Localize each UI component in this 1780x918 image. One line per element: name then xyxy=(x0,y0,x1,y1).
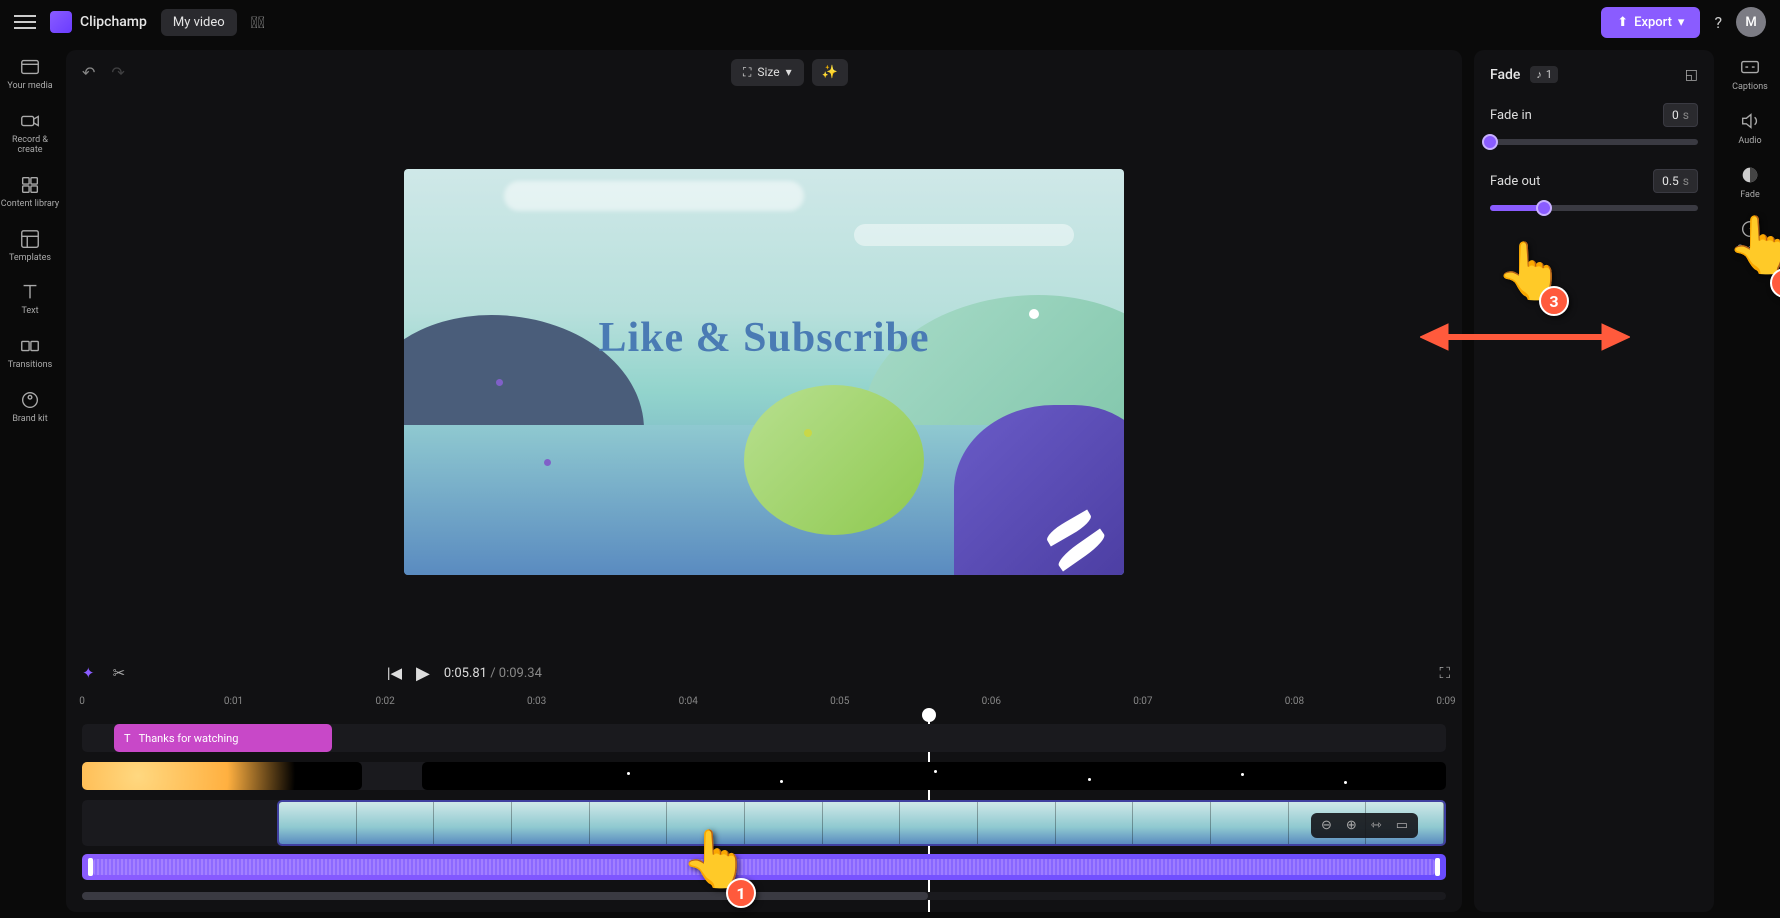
ruler-mark: 0:03 xyxy=(527,696,546,707)
ruler-mark: 0:02 xyxy=(375,696,394,707)
music-icon: ♪ xyxy=(1536,68,1542,81)
audio-clip[interactable] xyxy=(82,854,1446,880)
ruler-mark: 0 xyxy=(79,696,85,707)
rightbar-speed[interactable]: Speed xyxy=(1737,218,1762,254)
export-label: Export xyxy=(1634,15,1672,30)
undock-button[interactable]: ◱ xyxy=(1685,67,1698,83)
upload-icon: ⬆ xyxy=(1617,15,1628,30)
prev-frame-button[interactable]: |◀ xyxy=(387,664,402,682)
help-button[interactable]: ? xyxy=(1714,13,1722,32)
ai-button[interactable]: ✨ xyxy=(812,59,848,86)
text-clip-label: Thanks for watching xyxy=(139,732,239,745)
preview-canvas[interactable]: Like & Subscribe xyxy=(404,169,1124,575)
text-track[interactable]: T Thanks for watching xyxy=(82,724,1446,752)
project-name[interactable]: My video xyxy=(161,9,237,36)
fade-out-value: 0.5 xyxy=(1662,174,1679,188)
zoom-out-button[interactable]: ⊖ xyxy=(1321,818,1332,833)
ruler-mark: 0:08 xyxy=(1285,696,1304,707)
text-icon: T xyxy=(124,732,131,745)
duration: 0:09.34 xyxy=(499,666,542,681)
sidebar-content-library[interactable]: Content library xyxy=(1,174,59,210)
fade-out-slider[interactable] xyxy=(1490,205,1698,211)
sidebar-transitions[interactable]: Transitions xyxy=(8,335,53,371)
fx-track[interactable] xyxy=(82,762,1446,790)
zoom-in-button[interactable]: ⊕ xyxy=(1346,818,1357,833)
fullscreen-button[interactable]: ⛶ xyxy=(1439,664,1450,682)
clipchamp-icon xyxy=(50,11,72,33)
ruler-mark: 0:05 xyxy=(830,696,849,707)
fade-out-unit: s xyxy=(1683,174,1689,188)
ruler-mark: 0:06 xyxy=(982,696,1001,707)
audio-handle-right[interactable] xyxy=(1435,858,1440,876)
rightbar-captions[interactable]: Captions xyxy=(1732,56,1768,92)
sidebar-brand-kit[interactable]: Brand kit xyxy=(12,389,47,425)
fade-out-value-input[interactable]: 0.5 s xyxy=(1653,169,1698,193)
fx-clip-2[interactable] xyxy=(422,762,1446,790)
timeline-scrollbar[interactable] xyxy=(82,892,1446,900)
panel-title: Fade xyxy=(1490,67,1520,83)
audio-track[interactable] xyxy=(82,854,1446,880)
ruler-mark: 0:01 xyxy=(224,696,243,707)
badge-count: 1 xyxy=(1546,68,1552,81)
fade-in-value: 0 xyxy=(1672,108,1679,122)
canvas-text: Like & Subscribe xyxy=(404,314,1124,362)
sidebar-item-label: Transitions xyxy=(8,361,53,371)
cloud-off-icon: ☁⃠ xyxy=(251,13,265,32)
logo: Clipchamp xyxy=(50,11,147,33)
fx-clip-1[interactable] xyxy=(82,762,362,790)
text-clip[interactable]: T Thanks for watching xyxy=(114,724,332,752)
rightbar-fade[interactable]: Fade xyxy=(1739,164,1761,200)
auto-cut-button[interactable]: ✦ xyxy=(82,664,95,682)
sidebar-item-label: Content library xyxy=(1,200,59,210)
ruler-mark: 0:09 xyxy=(1436,696,1455,707)
sidebar-item-label: Brand kit xyxy=(12,415,47,425)
sidebar-text[interactable]: Text xyxy=(19,281,41,317)
rightbar-audio[interactable]: Audio xyxy=(1738,110,1761,146)
chevron-down-icon: ▾ xyxy=(1678,15,1685,30)
sidebar-record-create[interactable]: Record & create xyxy=(0,110,60,156)
time-display: 0:05.81 / 0:09.34 xyxy=(444,666,542,681)
redo-button[interactable]: ↷ xyxy=(111,63,124,82)
fade-in-unit: s xyxy=(1683,108,1689,122)
timeline-view-button[interactable]: ▭ xyxy=(1396,818,1408,833)
fade-in-slider-thumb[interactable] xyxy=(1482,134,1498,150)
size-dropdown[interactable]: ⛶ Size ▾ xyxy=(731,59,804,86)
fade-out-slider-thumb[interactable] xyxy=(1536,200,1552,216)
sidebar-templates[interactable]: Templates xyxy=(9,228,51,264)
current-time: 0:05.81 xyxy=(444,666,487,681)
chevron-down-icon: ▾ xyxy=(786,65,792,79)
ruler-mark: 0:07 xyxy=(1133,696,1152,707)
video-clip[interactable] xyxy=(277,800,1446,846)
avatar[interactable]: M xyxy=(1736,7,1766,37)
menu-button[interactable] xyxy=(14,11,36,33)
export-button[interactable]: ⬆ Export ▾ xyxy=(1601,7,1700,38)
rightbar-item-label: Audio xyxy=(1738,136,1761,146)
rightbar-item-label: Speed xyxy=(1737,244,1762,254)
app-name: Clipchamp xyxy=(80,14,147,30)
video-track[interactable] xyxy=(82,800,1446,846)
undo-button[interactable]: ↶ xyxy=(82,63,95,82)
fade-in-value-input[interactable]: 0 s xyxy=(1663,103,1698,127)
sidebar-item-label: Text xyxy=(21,307,38,317)
fade-out-label: Fade out xyxy=(1490,174,1540,189)
rightbar-item-label: Fade xyxy=(1740,190,1760,200)
play-button[interactable]: ▶ xyxy=(416,663,430,684)
panel-clip-badge: ♪ 1 xyxy=(1530,66,1558,83)
sidebar-item-label: Your media xyxy=(7,82,52,92)
sidebar-item-label: Templates xyxy=(9,254,51,264)
sidebar-your-media[interactable]: Your media xyxy=(7,56,52,92)
rightbar-item-label: Captions xyxy=(1732,82,1768,92)
split-button[interactable]: ✂ xyxy=(113,664,126,682)
fade-in-slider[interactable] xyxy=(1490,139,1698,145)
crop-icon: ⛶ xyxy=(743,65,751,80)
scrollbar-thumb[interactable] xyxy=(82,892,928,900)
fit-timeline-button[interactable]: ⇿ xyxy=(1371,818,1382,833)
size-label: Size xyxy=(757,65,779,79)
fade-in-label: Fade in xyxy=(1490,108,1532,123)
sidebar-item-label: Record & create xyxy=(0,136,60,156)
ruler-mark: 0:04 xyxy=(679,696,698,707)
